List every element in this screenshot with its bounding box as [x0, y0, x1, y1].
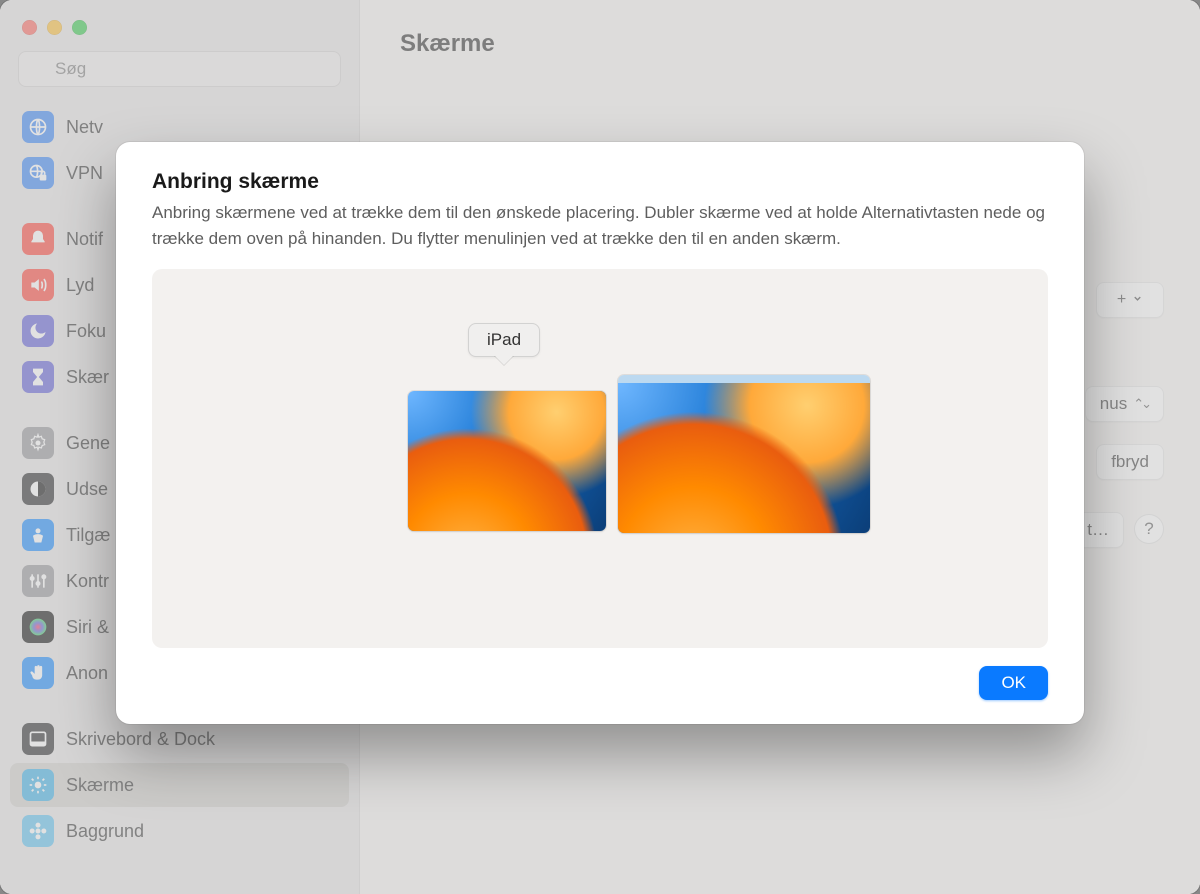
arrange-displays-dialog: Anbring skærme Anbring skærmene ved at t…: [116, 142, 1084, 724]
dialog-description: Anbring skærmene ved at trække dem til d…: [152, 200, 1048, 251]
system-settings-window: NetvVPNNotifLydFokuSkærGeneUdseTilgæKont…: [0, 0, 1200, 894]
display-tooltip-label: iPad: [487, 330, 521, 349]
display-thumb-main[interactable]: [618, 375, 870, 533]
display-thumb-ipad[interactable]: [408, 391, 606, 531]
dialog-title: Anbring skærme: [152, 170, 1048, 194]
ok-button[interactable]: OK: [979, 666, 1048, 700]
menubar-indicator: [618, 375, 870, 383]
wallpaper-thumb: [408, 391, 606, 531]
dialog-footer: OK: [152, 648, 1048, 700]
wallpaper-thumb: [618, 383, 870, 533]
arrange-area[interactable]: iPad: [152, 269, 1048, 648]
display-tooltip: iPad: [468, 323, 540, 357]
